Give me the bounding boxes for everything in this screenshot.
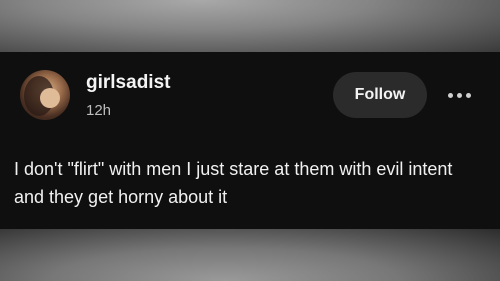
more-dot (456, 92, 462, 98)
blurred-background-bottom (0, 229, 500, 281)
follow-button[interactable]: Follow (333, 72, 427, 118)
post-body: I don't "flirt" with men I just stare at… (14, 159, 453, 207)
post-card: girlsadist 12h Follow I don't "flirt" wi… (0, 52, 500, 229)
more-options-icon[interactable] (443, 84, 475, 106)
more-dot (447, 92, 453, 98)
screenshot-frame: girlsadist 12h Follow I don't "flirt" wi… (0, 0, 500, 281)
more-dot (465, 92, 471, 98)
avatar[interactable] (20, 70, 70, 120)
avatar-face (40, 88, 60, 108)
username[interactable]: girlsadist (86, 72, 170, 94)
blurred-background-top (0, 0, 500, 52)
post-timestamp: 12h (86, 102, 112, 119)
